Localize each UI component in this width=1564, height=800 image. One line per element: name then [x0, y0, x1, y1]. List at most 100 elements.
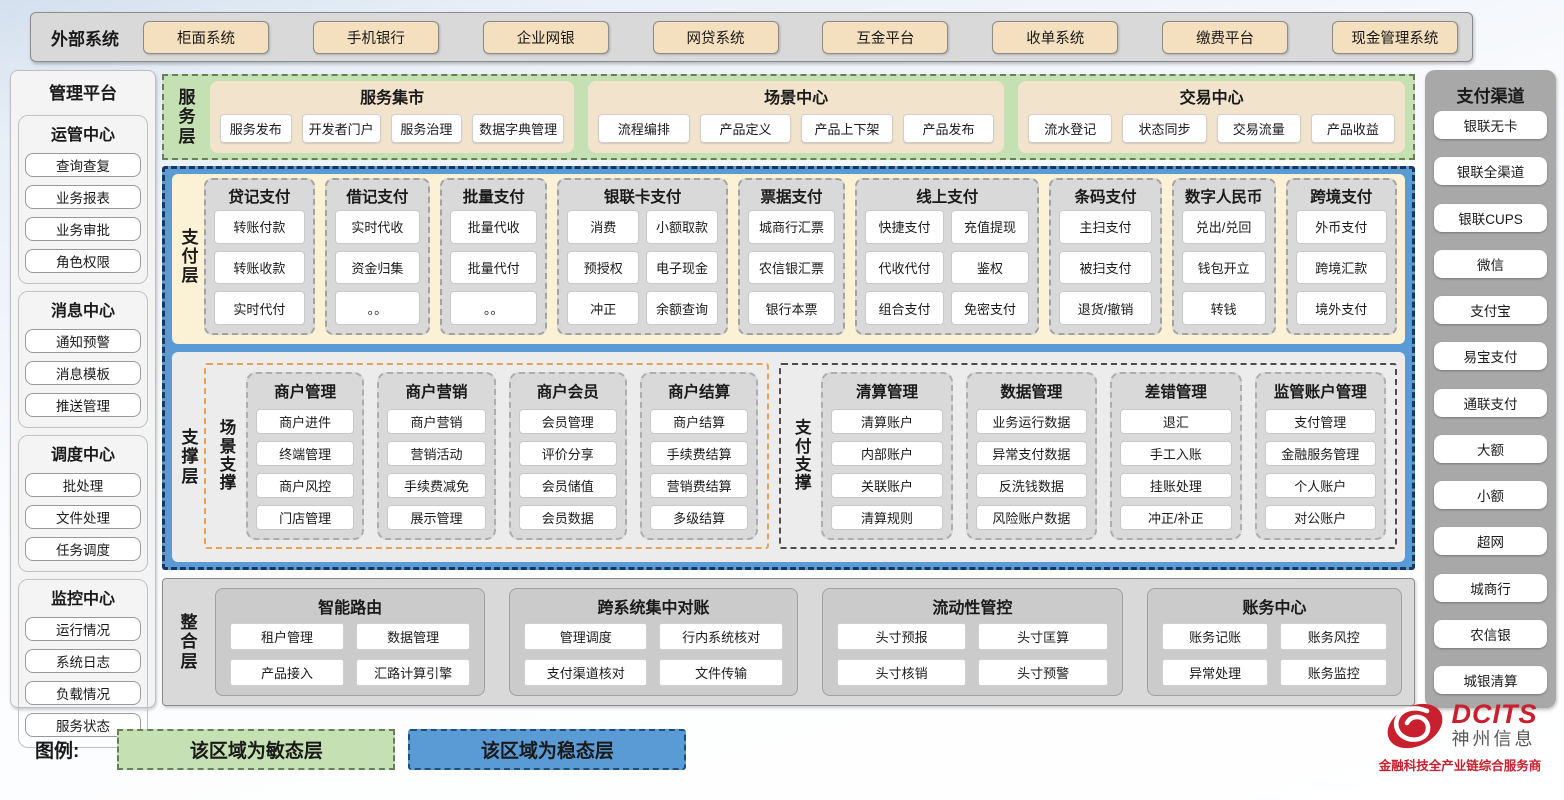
payment-channel-box: 银联CUPS: [1434, 204, 1547, 232]
support-item-box: 会员数据: [519, 505, 617, 530]
external-systems-items: 柜面系统手机银行企业网银网贷系统互金平台收单系统缴费平台现金管理系统: [143, 21, 1472, 54]
logo-tagline: 金融科技全产业链综合服务商: [1379, 755, 1542, 774]
support-item-box: 多级结算: [650, 505, 748, 530]
support-item-box: 评价分享: [519, 441, 617, 466]
integration-item-box: 头寸核销: [837, 659, 967, 686]
support-column: 商户会员会员管理评价分享会员储值会员数据: [509, 372, 627, 540]
support-item-box: 清算账户: [831, 409, 942, 434]
payment-column-items: 兑出/兑回钱包开立转钱: [1182, 210, 1266, 325]
support-column-title: 商户管理: [256, 380, 354, 402]
integration-layer: 整 合 层 智能路由租户管理数据管理产品接入汇路计算引擎跨系统集中对账管理调度行…: [162, 578, 1415, 706]
payment-item-box: 主扫支付: [1059, 210, 1151, 244]
integration-groups: 智能路由租户管理数据管理产品接入汇路计算引擎跨系统集中对账管理调度行内系统核对支…: [215, 588, 1402, 696]
service-group: 服务集市服务发布开发者门户服务治理数据字典管理: [210, 81, 574, 153]
support-column-title: 数据管理: [976, 380, 1087, 402]
payment-item-box: 兑出/兑回: [1182, 210, 1266, 244]
service-group-title: 交易中心: [1028, 84, 1395, 108]
support-zone-label: 支 付 支 撑: [790, 419, 816, 493]
support-column: 数据管理业务运行数据异常支付数据反洗钱数据风险账户数据: [966, 372, 1097, 540]
support-item-box: 手续费减免: [387, 473, 485, 498]
management-item-box: 任务调度: [25, 537, 141, 561]
integration-item-box: 汇路计算引擎: [356, 659, 470, 686]
payment-item-box: 免密支付: [951, 291, 1030, 325]
integration-group-title: 流动性管控: [837, 594, 1108, 618]
support-item-box: 内部账户: [831, 441, 942, 466]
dcits-swirl-icon: [1383, 698, 1447, 754]
support-column: 差错管理退汇手工入账挂账处理冲正/补正: [1110, 372, 1241, 540]
support-item-box: 会员管理: [519, 409, 617, 434]
support-item-box: 退汇: [1120, 409, 1231, 434]
payment-item-box: 农信银汇票: [748, 251, 835, 285]
external-systems-bar: 外部系统 柜面系统手机银行企业网银网贷系统互金平台收单系统缴费平台现金管理系统: [30, 12, 1473, 62]
support-item-box: 风险账户数据: [976, 505, 1087, 530]
payment-item-box: 消费: [567, 210, 639, 244]
payment-item-box: 转账付款: [214, 210, 305, 244]
management-section: 监控中心运行情况系统日志负载情况服务状态: [18, 579, 148, 748]
management-item-box: 通知预警: [25, 329, 141, 353]
integration-group: 跨系统集中对账管理调度行内系统核对支付渠道核对文件传输: [509, 588, 798, 696]
integration-item-box: 产品接入: [230, 659, 344, 686]
payment-column: 条码支付主扫支付被扫支付退货/撤销: [1049, 178, 1161, 335]
external-system-box: 缴费平台: [1162, 21, 1288, 54]
payment-channel-box: 银联全渠道: [1434, 157, 1547, 185]
payment-column: 线上支付快捷支付充值提现代收代付鉴权组合支付免密支付: [855, 178, 1039, 335]
service-group: 场景中心流程编排产品定义产品上下架产品发布: [588, 81, 1004, 153]
integration-group-items: 租户管理数据管理产品接入汇路计算引擎: [230, 623, 470, 686]
integration-group: 账务中心账务记账账务风控异常处理账务监控: [1147, 588, 1402, 696]
management-section: 消息中心通知预警消息模板推送管理: [18, 291, 148, 428]
payment-column: 批量支付批量代收批量代付。。: [440, 178, 547, 335]
external-system-box: 手机银行: [313, 21, 439, 54]
payment-item-box: 外币支付: [1296, 210, 1388, 244]
management-section: 调度中心批处理文件处理任务调度: [18, 435, 148, 572]
payment-column-items: 转账付款转账收款实时代付: [214, 210, 305, 325]
support-item-box: 反洗钱数据: [976, 473, 1087, 498]
support-column-title: 监管账户管理: [1265, 380, 1376, 402]
payment-column-title: 线上支付: [865, 185, 1029, 207]
payment-channel-box: 超网: [1434, 527, 1547, 555]
support-item-box: 个人账户: [1265, 473, 1376, 498]
service-item-box: 服务治理: [391, 114, 463, 143]
support-item-box: 支付管理: [1265, 409, 1376, 434]
management-section-title: 监控中心: [25, 585, 141, 609]
integration-group-items: 账务记账账务风控异常处理账务监控: [1162, 623, 1387, 686]
management-section-title: 消息中心: [25, 297, 141, 321]
service-item-box: 数据字典管理: [472, 114, 564, 143]
integration-item-box: 管理调度: [524, 623, 647, 650]
management-item-box: 推送管理: [25, 393, 141, 417]
external-system-box: 收单系统: [992, 21, 1118, 54]
payment-column-title: 批量支付: [450, 185, 537, 207]
payment-item-box: 。。: [450, 291, 537, 325]
support-item-box: 对公账户: [1265, 505, 1376, 530]
payment-column: 贷记支付转账付款转账收款实时代付: [204, 178, 315, 335]
payment-channel-box: 易宝支付: [1434, 342, 1547, 370]
payment-column-items: 主扫支付被扫支付退货/撤销: [1059, 210, 1151, 325]
payment-channel-box: 银联无卡: [1434, 111, 1547, 139]
payment-item-box: 批量代付: [450, 251, 537, 285]
payment-column: 银联卡支付消费小额取款预授权电子现金冲正余额查询: [557, 178, 728, 335]
logo-brand-cn: 神州信息: [1452, 728, 1538, 751]
payment-item-box: 预授权: [567, 251, 639, 285]
support-item-box: 商户营销: [387, 409, 485, 434]
payment-channel-box: 通联支付: [1434, 389, 1547, 417]
service-layer-label: 服 务 层: [172, 88, 202, 145]
payment-channel-box: 农信银: [1434, 620, 1547, 648]
management-item-box: 消息模板: [25, 361, 141, 385]
support-column-items: 会员管理评价分享会员储值会员数据: [519, 409, 617, 530]
external-system-box: 企业网银: [483, 21, 609, 54]
support-item-box: 手工入账: [1120, 441, 1231, 466]
management-item-box: 负载情况: [25, 681, 141, 705]
logo-row: DCITS 神州信息: [1383, 698, 1538, 754]
payment-item-box: 钱包开立: [1182, 251, 1266, 285]
management-item-box: 角色权限: [25, 249, 141, 273]
payment-item-box: 实时代付: [214, 291, 305, 325]
integration-item-box: 行内系统核对: [659, 623, 782, 650]
integration-group: 智能路由租户管理数据管理产品接入汇路计算引擎: [215, 588, 485, 696]
payment-item-box: 城商行汇票: [748, 210, 835, 244]
payment-channels-title: 支付渠道: [1434, 82, 1547, 107]
payment-column: 票据支付城商行汇票农信银汇票银行本票: [738, 178, 845, 335]
integration-item-box: 账务监控: [1280, 659, 1387, 686]
payment-item-box: 被扫支付: [1059, 251, 1151, 285]
integration-item-box: 异常处理: [1162, 659, 1269, 686]
service-item-box: 产品定义: [700, 114, 792, 143]
payment-item-box: 转钱: [1182, 291, 1266, 325]
